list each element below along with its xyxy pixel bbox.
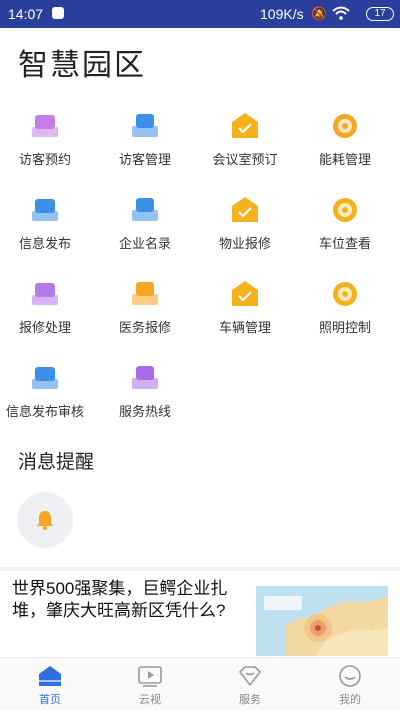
service-label: 物业报修 [218, 236, 271, 251]
service-company-directory[interactable]: 企业名录 [95, 189, 195, 269]
network-speed: 109K/s [260, 6, 304, 22]
tab-profile[interactable]: 我的 [300, 658, 400, 710]
tab-home[interactable]: 首页 [0, 658, 100, 710]
property-repair-icon [230, 195, 260, 225]
service-lighting[interactable]: 照明控制 [295, 273, 395, 353]
service-visitor-manage[interactable]: 访客管理 [95, 105, 195, 185]
battery-icon: 17 [366, 7, 394, 21]
vehicle-icon [230, 279, 260, 309]
notification-app-icon [52, 7, 64, 19]
wifi-icon [332, 6, 350, 23]
status-time: 14:07 [8, 6, 44, 22]
service-label: 车位查看 [318, 236, 371, 251]
service-meeting-room[interactable]: 会议室预订 [195, 105, 295, 185]
page-title: 智慧园区 [18, 49, 146, 82]
battery-level: 17 [374, 8, 386, 19]
notifications-title: 消息提醒 [18, 452, 95, 473]
service-label: 会议室预订 [212, 152, 278, 167]
service-vehicle[interactable]: 车辆管理 [195, 273, 295, 353]
service-energy[interactable]: 能耗管理 [295, 105, 395, 185]
service-info-publish[interactable]: 信息发布 [0, 189, 90, 269]
smile-icon [337, 664, 363, 693]
news-headline[interactable]: 世界500强聚集，巨鳄企业扎堆，肇庆大旺高新区凭什么? [12, 578, 248, 622]
company-directory-icon [130, 195, 160, 225]
service-label: 报修处理 [18, 320, 71, 335]
service-visitor-booking[interactable]: 访客预约 [0, 105, 90, 185]
bell-icon [37, 511, 53, 530]
diamond-icon [237, 664, 263, 693]
news-thumbnail[interactable] [256, 586, 388, 656]
bottom-tab-bar: 首页 云视 服务 我的 [0, 657, 400, 710]
tab-services-label: 服务 [239, 694, 261, 706]
tab-profile-label: 我的 [339, 694, 361, 706]
lighting-icon [330, 279, 360, 309]
service-label: 服务热线 [118, 404, 171, 419]
service-parking[interactable]: 车位查看 [295, 189, 395, 269]
service-label: 访客管理 [118, 152, 171, 167]
service-medical-repair[interactable]: 医务报修 [95, 273, 195, 353]
service-info-review[interactable]: 信息发布审核 [0, 357, 90, 437]
info-publish-icon [30, 195, 60, 225]
service-label: 照明控制 [318, 320, 371, 335]
service-label: 能耗管理 [318, 152, 371, 167]
service-repair-process[interactable]: 报修处理 [0, 273, 90, 353]
service-label: 访客预约 [18, 152, 71, 167]
tab-cloud-video[interactable]: 云视 [100, 658, 200, 710]
service-label: 企业名录 [118, 236, 171, 251]
energy-icon [330, 111, 360, 141]
medical-repair-icon [130, 279, 160, 309]
status-bar: 14:07 109K/s 🔕 17 [0, 0, 400, 28]
service-label: 信息发布 [18, 236, 71, 251]
service-label: 车辆管理 [218, 320, 271, 335]
service-label: 医务报修 [118, 320, 171, 335]
tab-home-label: 首页 [39, 694, 61, 706]
mute-icon: 🔕 [311, 6, 328, 21]
visitor-booking-icon [30, 111, 60, 141]
home-icon [37, 664, 63, 693]
section-divider [0, 567, 400, 571]
service-property-repair[interactable]: 物业报修 [195, 189, 295, 269]
notification-bell-button[interactable] [17, 492, 73, 548]
info-review-icon [30, 363, 60, 393]
tab-services[interactable]: 服务 [200, 658, 300, 710]
service-label: 信息发布审核 [5, 404, 84, 419]
meeting-room-icon [230, 111, 260, 141]
tab-cloud-video-label: 云视 [139, 694, 161, 706]
parking-icon [330, 195, 360, 225]
service-hotline-icon [130, 363, 160, 393]
video-icon [137, 664, 163, 693]
repair-process-icon [30, 279, 60, 309]
service-service-hotline[interactable]: 服务热线 [95, 357, 195, 437]
visitor-manage-icon [130, 111, 160, 141]
